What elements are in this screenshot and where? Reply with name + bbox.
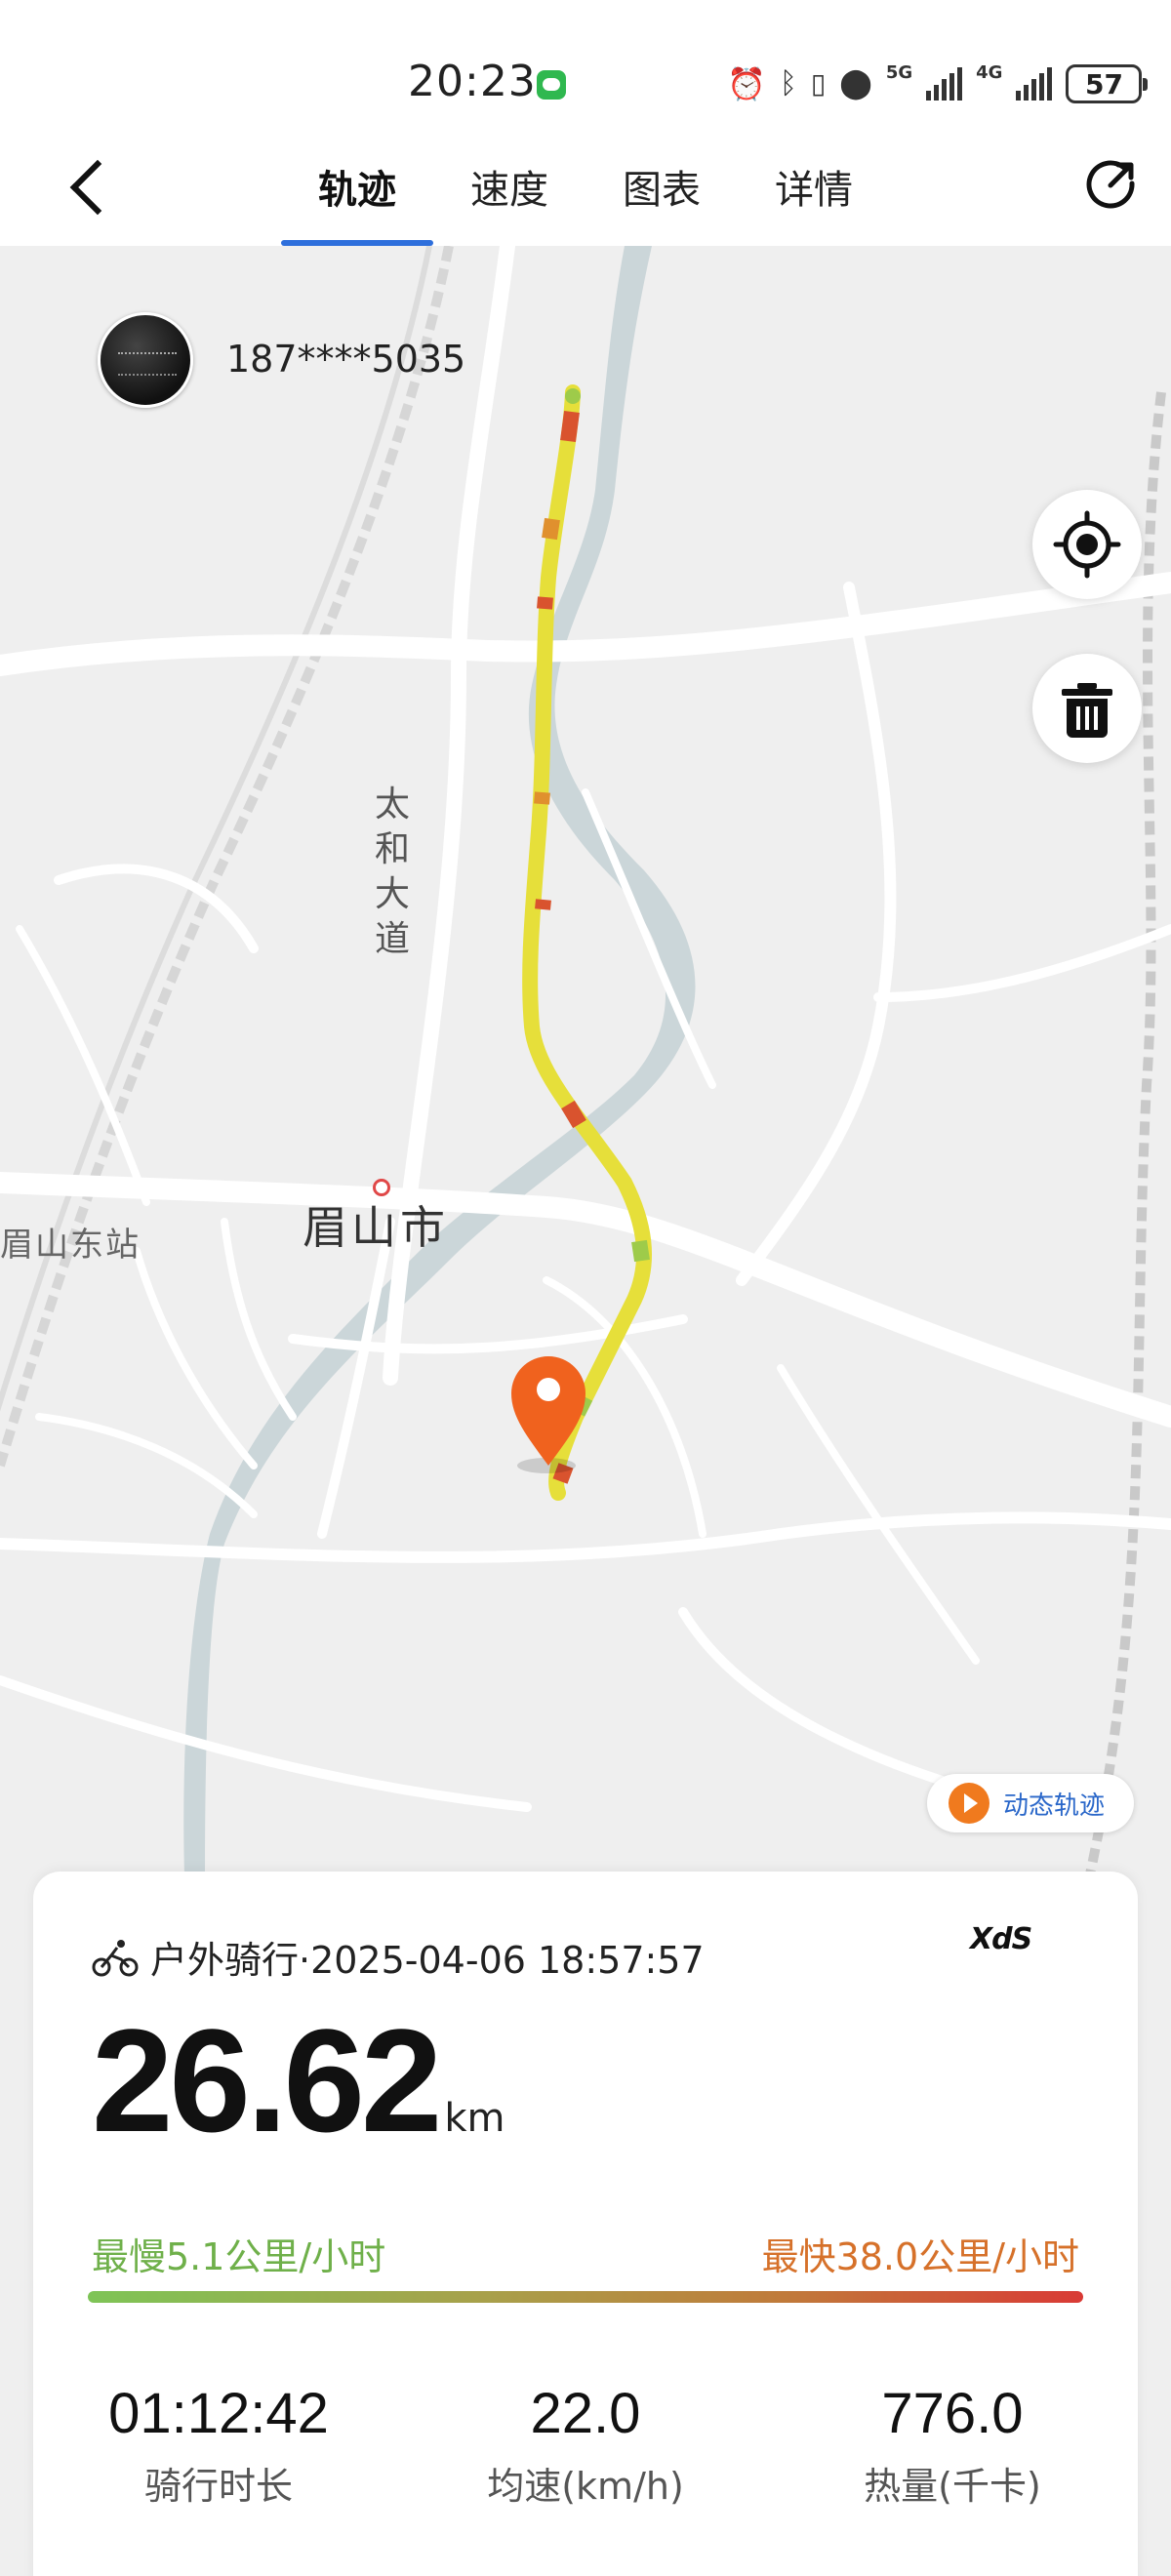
distance-value: 26.62	[92, 1998, 442, 2162]
location-icon: ⬤	[839, 66, 872, 101]
activity-title: 户外骑行·2025-04-06 18:57:57	[150, 1939, 705, 1982]
alarm-icon: ⏰	[727, 65, 766, 102]
river	[183, 246, 696, 1905]
back-button[interactable]	[61, 158, 119, 217]
map-view[interactable]: 187****5035 太和大道 眉山市 眉山东站 动态轨迹	[0, 246, 1171, 1905]
distance: 26.62 km	[92, 1996, 505, 2165]
city-label: 眉山市	[303, 1201, 449, 1254]
signal-icon	[1016, 67, 1053, 101]
stat-value: 01:12:42	[108, 2382, 329, 2445]
map-canvas	[0, 246, 1171, 1905]
battery-icon: 57	[1066, 64, 1149, 103]
fastest-speed: 最快38.0公里/小时	[761, 2235, 1079, 2278]
slowest-speed: 最慢5.1公里/小时	[92, 2235, 386, 2278]
tab-track[interactable]: 轨迹	[281, 127, 433, 246]
stat-duration: 01:12:42 骑行时长	[62, 2381, 375, 2510]
distance-unit: km	[444, 2096, 505, 2141]
status-bar: 20:23 ⏰ ᛒ ▯ ⬤ 5G 4G 57	[0, 0, 1171, 146]
stat-avg-speed: 22.0 均速(km/h)	[429, 2381, 742, 2510]
stat-value: 22.0	[530, 2382, 641, 2445]
share-button[interactable]	[1085, 156, 1140, 211]
railway	[1078, 391, 1166, 1905]
railway	[0, 246, 432, 1412]
header: 轨迹 速度 图表 详情	[0, 127, 1171, 246]
summary-card: 户外骑行·2025-04-06 18:57:57 XdS 26.62 km 最慢…	[33, 1872, 1138, 2576]
station-label: 眉山东站	[0, 1226, 141, 1265]
bluetooth-icon: ᛒ	[779, 66, 797, 101]
avatar[interactable]	[98, 312, 193, 408]
tab-details[interactable]: 详情	[738, 127, 890, 246]
stat-label: 均速(km/h)	[487, 2465, 684, 2508]
locate-button[interactable]	[1032, 490, 1142, 599]
bike-icon	[92, 1939, 139, 1976]
location-pin	[511, 1356, 586, 1473]
dynamic-track-label: 动态轨迹	[1003, 1791, 1106, 1821]
stat-label: 骑行时长	[143, 2465, 293, 2508]
trash-icon	[1062, 683, 1112, 738]
stat-value: 776.0	[881, 2382, 1024, 2445]
network-label-4g: 4G	[976, 62, 1003, 83]
vibrate-icon: ▯	[810, 67, 827, 100]
network-label-5g: 5G	[885, 62, 913, 83]
status-time: 20:23	[408, 57, 537, 106]
tab-speed[interactable]: 速度	[433, 127, 586, 246]
speed-gradient-bar	[88, 2291, 1083, 2303]
tab-chart[interactable]: 图表	[586, 127, 738, 246]
road-label: 太和大道	[374, 785, 410, 959]
stat-label: 热量(千卡)	[864, 2465, 1041, 2508]
delete-button[interactable]	[1032, 654, 1142, 763]
wechat-icon	[537, 70, 566, 100]
brand-logo: XdS	[970, 1922, 1032, 1956]
status-icons: ⏰ ᛒ ▯ ⬤ 5G 4G 57	[727, 62, 1149, 105]
activity-row: 户外骑行·2025-04-06 18:57:57	[92, 1930, 705, 1984]
user-id: 187****5035	[226, 338, 466, 381]
tab-bar: 轨迹 速度 图表 详情	[281, 127, 890, 246]
crosshair-icon	[1053, 510, 1121, 579]
play-icon	[949, 1783, 989, 1824]
dynamic-track-button[interactable]: 动态轨迹	[927, 1774, 1134, 1832]
signal-icon	[926, 67, 963, 101]
roads	[0, 246, 1171, 1812]
stat-calories: 776.0 热量(千卡)	[796, 2381, 1109, 2510]
